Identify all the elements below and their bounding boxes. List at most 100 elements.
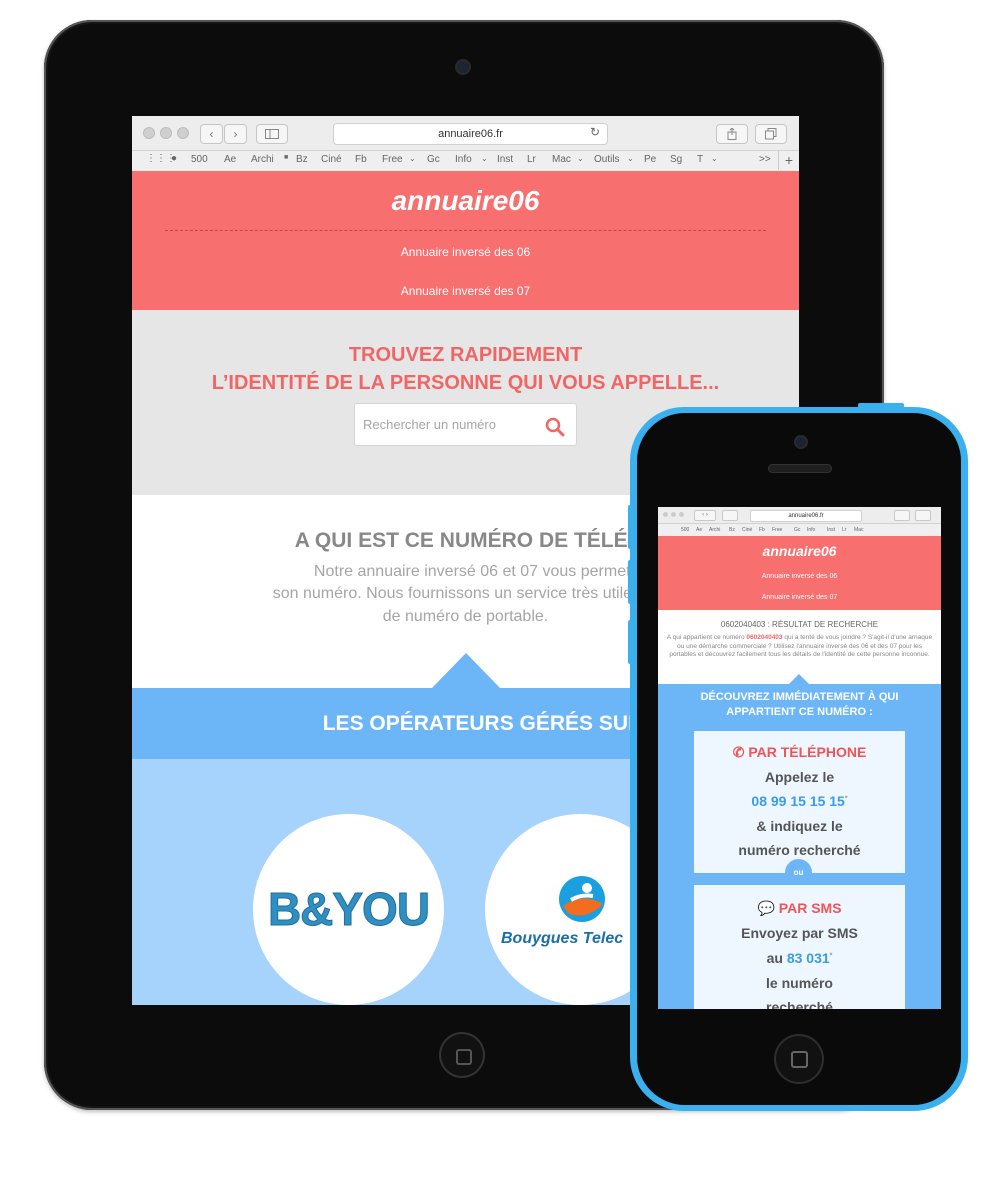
premium-phone-number[interactable]: 08 99 15 15 15* <box>694 793 905 809</box>
bookmark-ae[interactable]: Ae <box>224 154 236 165</box>
bookmark-free[interactable]: Free <box>772 527 782 533</box>
nav-link-07[interactable]: Annuaire inversé des 07 <box>132 284 799 298</box>
bookmark-info[interactable]: Info <box>455 154 472 165</box>
search-icon[interactable] <box>545 417 565 437</box>
sms-card-line3: recherché <box>766 999 833 1009</box>
search-input[interactable]: Rechercher un numéro <box>363 417 496 432</box>
sidebar-toggle-button[interactable] <box>256 124 288 144</box>
sidebar-icon <box>265 129 279 139</box>
home-icon <box>456 1049 472 1065</box>
sms-card-line2: le numéro <box>766 975 833 991</box>
bookmark-inst[interactable]: Inst <box>827 527 835 533</box>
close-window-icon[interactable] <box>143 127 155 139</box>
site-header: annuaire06 Annuaire inversé des 06 Annua… <box>132 171 799 310</box>
phone-card-title: ✆ PAR TÉLÉPHONE <box>732 744 867 760</box>
tabs-overview-button[interactable] <box>755 124 787 144</box>
home-icon <box>791 1051 808 1068</box>
bookmark-outils[interactable]: Outils <box>594 154 620 165</box>
operator-byou[interactable]: B&YOU <box>253 814 444 1005</box>
result-title: 0602040403 : RÉSULTAT DE RECHERCHE <box>720 620 879 629</box>
bookmark-bz[interactable]: Bz <box>729 527 735 533</box>
apple-icon[interactable]: ● <box>171 153 177 164</box>
reload-icon[interactable]: ↻ <box>590 125 600 139</box>
bookmark-gc[interactable]: Gc <box>427 154 440 165</box>
bookmark-ae[interactable]: Ae <box>696 527 702 533</box>
discover-section: DÉCOUVREZ IMMÉDIATEMENT À QUI APPARTIENT… <box>658 684 941 1009</box>
address-bar[interactable]: annuaire06.fr <box>750 510 862 522</box>
bookmark-pe[interactable]: Pe <box>644 154 656 165</box>
sms-card[interactable]: 💬 PAR SMS Envoyez par SMS au 83 031* le … <box>694 885 905 1009</box>
sms-short-number[interactable]: 83 031 <box>787 950 830 966</box>
minimize-window-icon[interactable] <box>671 512 676 517</box>
bookmarks-overflow-button[interactable]: >> <box>759 154 771 165</box>
bookmark-500[interactable]: 500 <box>191 154 208 165</box>
sidebar-toggle-button[interactable] <box>722 510 738 521</box>
bookmark-info[interactable]: Info <box>807 527 815 533</box>
byou-logo: B&YOU <box>267 883 430 936</box>
bookmark-mac[interactable]: Mac <box>552 154 571 165</box>
site-header: annuaire06 Annuaire inversé des 06 Annua… <box>658 536 941 610</box>
nav-link-06[interactable]: Annuaire inversé des 06 <box>132 245 799 259</box>
bookmark-fb[interactable]: Fb <box>355 154 367 165</box>
bookmark-t[interactable]: T <box>697 154 703 165</box>
bookmark-free[interactable]: Free <box>382 154 403 165</box>
share-button[interactable] <box>894 510 910 521</box>
phone-card-line1: Appelez le <box>764 769 835 785</box>
tabs-overview-button[interactable] <box>915 510 931 521</box>
hero-title-line2: L’IDENTITÉ DE LA PERSONNE QUI VOUS APPEL… <box>211 372 720 394</box>
bookmark-lr[interactable]: Lr <box>842 527 846 533</box>
close-window-icon[interactable] <box>663 512 668 517</box>
or-separator: ou <box>785 859 812 886</box>
bookmark-mac[interactable]: Mac <box>854 527 863 533</box>
chevron-down-icon: ⌄ <box>627 154 634 163</box>
site-logo[interactable]: annuaire06 <box>132 185 799 217</box>
bookmark-bz[interactable]: Bz <box>296 154 308 165</box>
forward-button[interactable]: › <box>224 124 247 144</box>
phone-screen: ‹ › annuaire06.fr 500 Ae Archi Bz Ciné F… <box>658 507 941 1009</box>
chevron-down-icon: ⌄ <box>577 154 584 163</box>
site-logo[interactable]: annuaire06 <box>658 543 941 559</box>
new-tab-button[interactable]: + <box>778 150 799 170</box>
power-button <box>858 403 904 408</box>
section-arrow <box>431 653 501 689</box>
zoom-window-icon[interactable] <box>679 512 684 517</box>
bookmark-sg[interactable]: Sg <box>670 154 682 165</box>
phone-call-card[interactable]: ✆ PAR TÉLÉPHONE Appelez le 08 99 15 15 1… <box>694 731 905 873</box>
bouygues-logo-icon <box>559 876 605 922</box>
result-description: A qui appartient ce numéro 0602040403 qu… <box>666 634 933 658</box>
volume-down-button <box>628 560 633 604</box>
sms-card-title: 💬 PAR SMS <box>757 900 842 916</box>
share-button[interactable] <box>716 124 748 144</box>
discover-title-line2: APPARTIENT CE NUMÉRO : <box>726 706 873 718</box>
bookmark-cine[interactable]: Ciné <box>321 154 342 165</box>
volume-up-button <box>628 505 633 549</box>
back-forward-buttons[interactable]: ‹ › <box>694 510 716 521</box>
back-button[interactable]: ‹ <box>200 124 223 144</box>
bookmark-archi[interactable]: Archi <box>709 527 720 533</box>
bookmark-lr[interactable]: Lr <box>527 154 536 165</box>
browser-toolbar: ‹ › annuaire06.fr <box>658 507 941 524</box>
bookmark-archi[interactable]: Archi <box>251 154 274 165</box>
bookmark-square-icon: ■ <box>284 154 289 161</box>
tabs-icon <box>765 128 777 140</box>
bookmark-cine[interactable]: Ciné <box>742 527 752 533</box>
chevron-down-icon: ⌄ <box>711 154 718 163</box>
bookmark-inst[interactable]: Inst <box>497 154 513 165</box>
bookmark-gc[interactable]: Gc <box>794 527 800 533</box>
chevron-down-icon: ⌄ <box>409 154 416 163</box>
mute-switch <box>628 620 633 664</box>
minimize-window-icon[interactable] <box>160 127 172 139</box>
address-bar[interactable]: annuaire06.fr <box>333 123 608 145</box>
discover-title-line1: DÉCOUVREZ IMMÉDIATEMENT À QUI <box>700 691 899 703</box>
bookmark-fb[interactable]: Fb <box>759 527 765 533</box>
nav-link-07[interactable]: Annuaire inversé des 07 <box>658 594 941 601</box>
share-icon <box>727 127 737 140</box>
phone-camera <box>796 437 806 447</box>
bookmark-500[interactable]: 500 <box>681 527 689 533</box>
zoom-window-icon[interactable] <box>177 127 189 139</box>
chat-bubbles-icon: 💬 <box>757 900 775 916</box>
nav-link-06[interactable]: Annuaire inversé des 06 <box>658 573 941 580</box>
phone-icon: ✆ <box>732 744 745 760</box>
search-box[interactable]: Rechercher un numéro <box>354 403 577 446</box>
header-divider <box>165 230 766 231</box>
